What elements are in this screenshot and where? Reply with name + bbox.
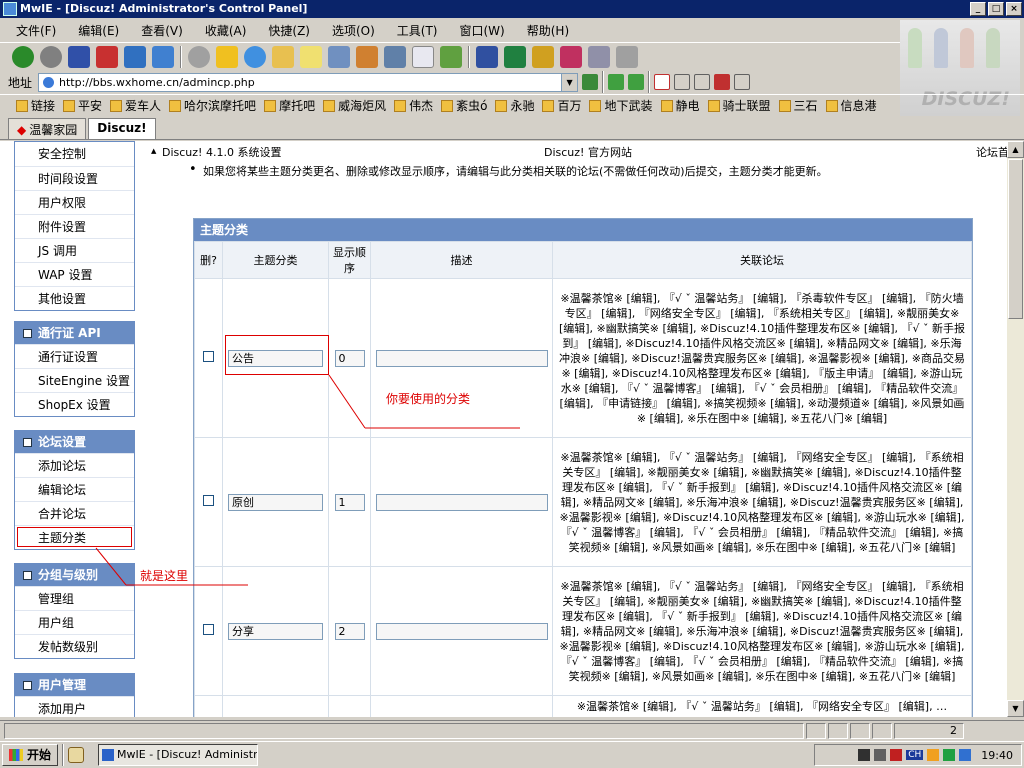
- menu-window[interactable]: 窗口(W): [460, 22, 505, 39]
- status-page-number: 2: [894, 722, 964, 739]
- link-page-icon: [441, 99, 454, 112]
- volume-icon[interactable]: [858, 749, 871, 761]
- link-page-icon: [542, 99, 555, 112]
- taskbar: 开始 MwIE - [Discuz! Administr... CH 19:40: [0, 741, 1024, 768]
- minimize-button[interactable]: _: [970, 2, 986, 16]
- next-window-icon[interactable]: [628, 74, 645, 90]
- antivirus-icon[interactable]: [890, 749, 903, 761]
- close-button[interactable]: ×: [1006, 2, 1022, 16]
- link-item[interactable]: 静电: [660, 97, 700, 114]
- link-page-icon: [778, 99, 791, 112]
- folder-icon[interactable]: [272, 45, 294, 68]
- link-page-icon: [589, 99, 602, 112]
- sidebar-annotation-lines: [95, 547, 248, 586]
- status-lock-icon: [806, 722, 826, 739]
- filter-icon[interactable]: [384, 45, 406, 68]
- system-tray: CH 19:40: [814, 744, 1022, 766]
- annotation-category-note: 你要使用的分类: [386, 392, 471, 406]
- notes-icon[interactable]: [300, 45, 322, 68]
- scroll-up-icon[interactable]: ▲: [1007, 141, 1024, 158]
- link-item[interactable]: 紊虫ó: [441, 97, 487, 114]
- main-content: ▲ Discuz! 4.1.0 系统设置 Discuz! 官方网站 论坛首页 如…: [148, 141, 1024, 717]
- minimize-all-icon[interactable]: [674, 74, 691, 90]
- menu-help[interactable]: 帮助(H): [527, 22, 569, 39]
- link-page-icon: [495, 99, 508, 112]
- restore-window-icon[interactable]: [734, 74, 751, 90]
- link-page-icon: [707, 99, 720, 112]
- link-page-icon: [264, 99, 277, 112]
- link-item[interactable]: 伟杰: [394, 97, 433, 114]
- prev-window-icon[interactable]: [608, 74, 625, 90]
- edit-icon[interactable]: [532, 45, 554, 68]
- toolbar-separator: [468, 45, 470, 68]
- scroll-down-icon[interactable]: ▼: [1007, 700, 1024, 717]
- taskbar-window-mwie[interactable]: MwIE - [Discuz! Administr...: [98, 744, 259, 766]
- tray-app-icon[interactable]: [959, 749, 972, 761]
- vertical-scrollbar[interactable]: ▲ ▼: [1007, 141, 1024, 717]
- link-item[interactable]: 三石: [778, 97, 818, 114]
- menu-options[interactable]: 选项(O): [332, 22, 375, 39]
- print-icon[interactable]: [616, 45, 638, 68]
- find-icon[interactable]: [588, 45, 610, 68]
- link-item[interactable]: 地下武装: [589, 97, 653, 114]
- annotation-sidebar-note: 就是这里: [140, 569, 189, 583]
- link-item[interactable]: 骑士联盟: [707, 97, 771, 114]
- scroll-thumb[interactable]: [1008, 159, 1023, 319]
- start-button[interactable]: 开始: [2, 744, 59, 766]
- annotation-lines: [328, 374, 520, 429]
- show-desktop-icon[interactable]: [68, 747, 85, 763]
- network-icon[interactable]: [874, 749, 887, 761]
- windows-logo-icon: [9, 749, 23, 761]
- status-bar: 2: [0, 720, 1024, 740]
- tray-app-icon[interactable]: [927, 749, 940, 761]
- toolbar-separator: [602, 71, 605, 93]
- mail-icon[interactable]: [328, 45, 350, 68]
- close-all-icon[interactable]: [654, 74, 671, 90]
- link-page-icon: [660, 99, 673, 112]
- home-icon[interactable]: [356, 45, 378, 68]
- link-item[interactable]: 百万: [542, 97, 581, 114]
- close-window-icon[interactable]: [714, 74, 731, 90]
- link-item[interactable]: 威海炬风: [323, 97, 386, 114]
- link-page-icon: [394, 99, 407, 112]
- link-page-icon: [323, 99, 336, 112]
- status-zoom-icon: [850, 722, 870, 739]
- undo-icon[interactable]: [504, 45, 526, 68]
- link-item[interactable]: 摩托吧: [264, 97, 315, 114]
- link-item[interactable]: 永驰: [495, 97, 534, 114]
- cascade-icon[interactable]: [694, 74, 711, 90]
- address-dropdown-icon[interactable]: ▼: [561, 73, 578, 91]
- link-item[interactable]: 信息港: [825, 97, 877, 114]
- go-icon[interactable]: [582, 74, 599, 90]
- status-popup-icon: [828, 722, 848, 739]
- menu-tools[interactable]: 工具(T): [397, 22, 438, 39]
- taskbar-separator: [62, 744, 65, 766]
- restore-button[interactable]: □: [988, 2, 1004, 16]
- page-icon[interactable]: [412, 45, 434, 68]
- status-text: [4, 722, 804, 739]
- menu-shortcuts[interactable]: 快捷(Z): [268, 22, 310, 39]
- clock[interactable]: 19:40: [981, 749, 1013, 762]
- pen-icon[interactable]: [560, 45, 582, 68]
- link-page-icon: [825, 99, 838, 112]
- tray-app-icon[interactable]: [943, 749, 956, 761]
- ime-indicator[interactable]: CH: [906, 750, 924, 760]
- toolbar-separator: [648, 71, 651, 93]
- download-icon[interactable]: [476, 45, 498, 68]
- status-ie-icon: [872, 722, 892, 739]
- translate-icon[interactable]: [440, 45, 462, 68]
